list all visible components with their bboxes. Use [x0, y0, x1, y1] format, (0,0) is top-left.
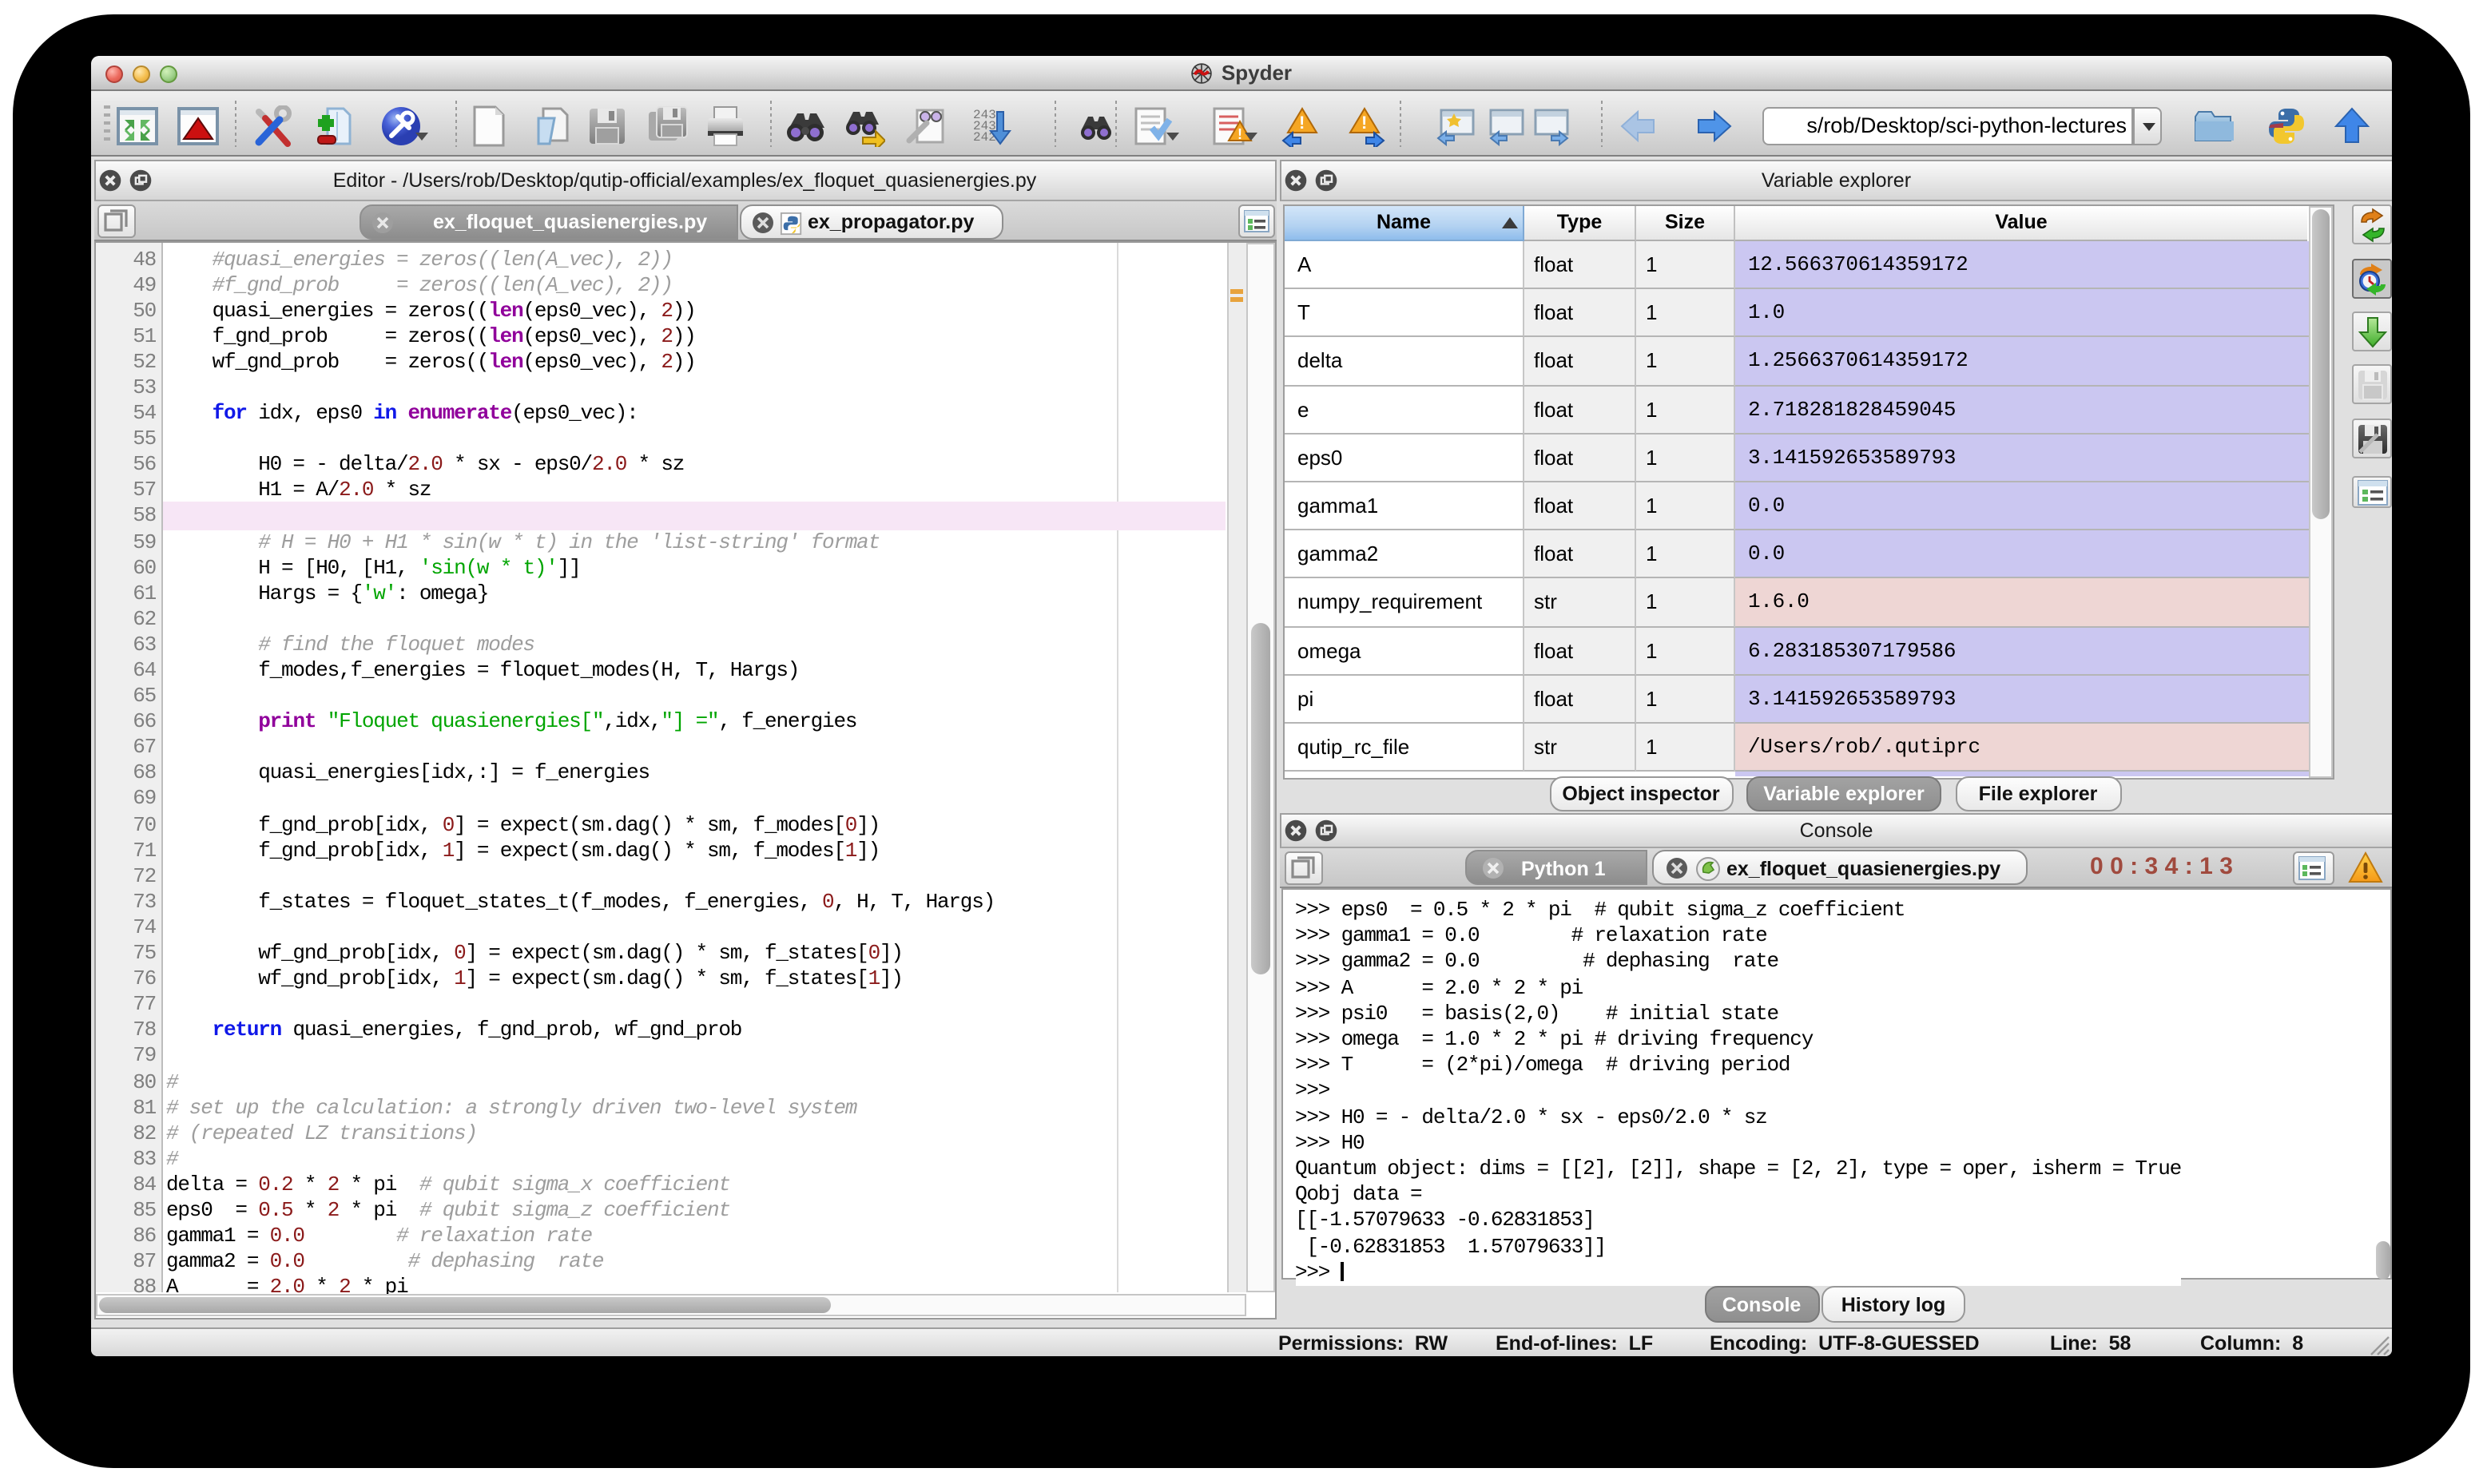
svg-text:!: !: [1299, 113, 1305, 133]
svg-text:!: !: [1361, 113, 1367, 133]
svg-text:!: !: [1238, 126, 1242, 142]
